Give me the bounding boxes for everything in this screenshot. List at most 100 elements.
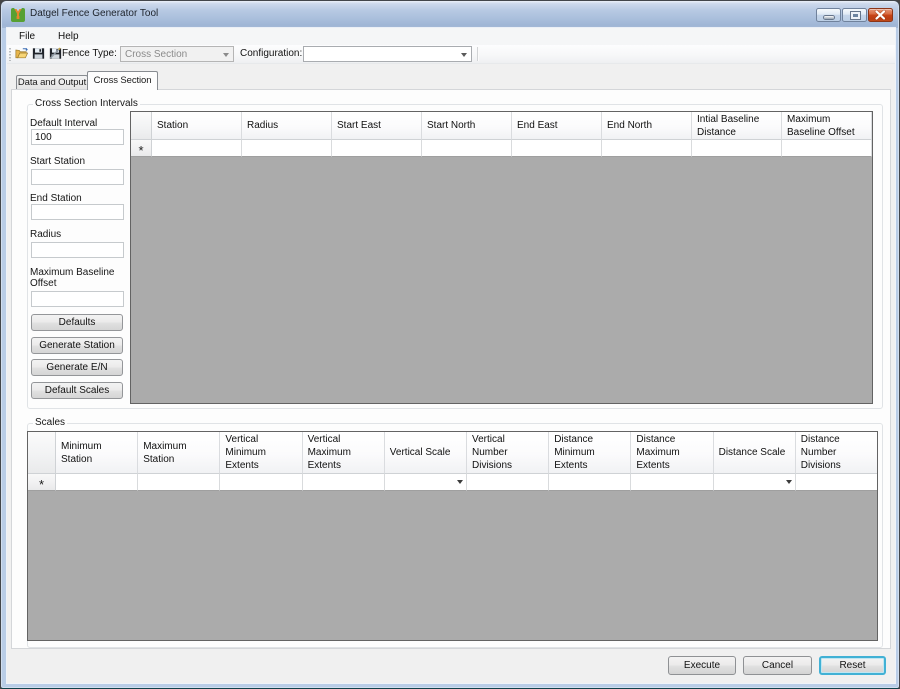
field-input-start-station[interactable] xyxy=(31,169,124,185)
column-header-maximum-station[interactable]: Maximum Station xyxy=(138,432,220,474)
column-header-label: Distance Minimum Extents xyxy=(554,433,623,472)
scales-grid: Minimum StationMaximum StationVertical M… xyxy=(27,431,878,641)
toolbar-separator xyxy=(477,47,478,61)
new-row-marker: * xyxy=(39,477,44,491)
cell-dropdown-icon[interactable] xyxy=(457,480,463,484)
new-row-cell-end-north[interactable] xyxy=(602,140,692,157)
close-icon xyxy=(869,9,892,21)
minimize-icon xyxy=(824,16,834,19)
fence-type-dropdown-icon xyxy=(223,53,229,57)
minimize-button[interactable] xyxy=(816,8,841,22)
restore-button[interactable] xyxy=(842,8,867,22)
column-header-label: Vertical Maximum Extents xyxy=(308,433,377,472)
new-row-cell-end-east[interactable] xyxy=(512,140,602,157)
field-label-end-station: End Station xyxy=(30,193,130,204)
new-row-cell-intial-baseline-distance[interactable] xyxy=(692,140,782,157)
configuration-combobox[interactable] xyxy=(303,46,472,62)
column-header-intial-baseline-distance[interactable]: Intial Baseline Distance xyxy=(692,112,782,140)
new-row-cell-maximum-station[interactable] xyxy=(138,474,220,491)
field-input-radius[interactable] xyxy=(31,242,124,258)
new-row-cell-radius[interactable] xyxy=(242,140,332,157)
column-header-minimum-station[interactable]: Minimum Station xyxy=(56,432,138,474)
execute-button[interactable]: Execute xyxy=(668,656,736,675)
column-header-distance-scale[interactable]: Distance Scale xyxy=(714,432,796,474)
new-row-cell-start-east[interactable] xyxy=(332,140,422,157)
column-header-vertical-number-divisions[interactable]: Vertical Number Divisions xyxy=(467,432,549,474)
new-row-cell-distance-maximum-extents[interactable] xyxy=(631,474,713,491)
column-header-vertical-scale[interactable]: Vertical Scale xyxy=(385,432,467,474)
save-as-button[interactable] xyxy=(49,47,62,60)
fence-type-label: Fence Type: xyxy=(62,45,117,64)
field-label-start-station: Start Station xyxy=(30,156,130,167)
menu-help[interactable]: Help xyxy=(52,28,85,45)
column-header-label: Vertical Minimum Extents xyxy=(225,433,294,472)
column-header-label: Start North xyxy=(427,119,475,132)
generate-e-n-button[interactable]: Generate E/N xyxy=(31,359,123,376)
grid-corner-cell[interactable] xyxy=(131,112,152,140)
save-button[interactable] xyxy=(32,47,45,60)
app-window: Datgel Fence Generator Tool File Help xyxy=(0,0,900,689)
column-header-end-north[interactable]: End North xyxy=(602,112,692,140)
configuration-dropdown-icon xyxy=(461,53,467,57)
grid-corner-cell[interactable] xyxy=(28,432,56,474)
column-header-distance-number-divisions[interactable]: Distance Number Divisions xyxy=(796,432,878,474)
new-row-cell-vertical-scale[interactable] xyxy=(385,474,467,491)
cell-dropdown-icon[interactable] xyxy=(786,480,792,484)
close-button[interactable] xyxy=(868,8,893,22)
open-file-button[interactable] xyxy=(15,47,28,60)
new-row-cell-maximum-baseline-offset[interactable] xyxy=(782,140,872,157)
cross-section-tabpage: Cross Section Intervals Default Interval… xyxy=(11,89,891,649)
column-header-station[interactable]: Station xyxy=(152,112,242,140)
new-row-cell-station[interactable] xyxy=(152,140,242,157)
column-header-label: Distance Number Divisions xyxy=(801,433,870,472)
configuration-label: Configuration: xyxy=(240,45,302,64)
menu-file[interactable]: File xyxy=(13,28,41,45)
column-header-start-north[interactable]: Start North xyxy=(422,112,512,140)
toolbar: Fence Type: Cross Section Configuration: xyxy=(7,45,895,64)
field-input-default-interval[interactable] xyxy=(31,129,124,145)
tab-data-and-output[interactable]: Data and Output xyxy=(16,75,88,89)
reset-button[interactable]: Reset xyxy=(819,656,886,675)
new-row-cell-start-north[interactable] xyxy=(422,140,512,157)
tab-cross-section[interactable]: Cross Section xyxy=(87,71,158,90)
titlebar[interactable]: Datgel Fence Generator Tool xyxy=(2,1,898,28)
new-row-header[interactable]: * xyxy=(28,474,56,491)
restore-icon xyxy=(851,12,860,19)
new-row-cell-vertical-number-divisions[interactable] xyxy=(467,474,549,491)
column-header-label: Distance Scale xyxy=(719,446,786,459)
column-header-label: End North xyxy=(607,119,652,132)
fence-type-combobox[interactable]: Cross Section xyxy=(120,46,234,62)
column-header-start-east[interactable]: Start East xyxy=(332,112,422,140)
new-row-cell-minimum-station[interactable] xyxy=(56,474,138,491)
column-header-vertical-maximum-extents[interactable]: Vertical Maximum Extents xyxy=(303,432,385,474)
new-row-header[interactable]: * xyxy=(131,140,152,157)
column-header-label: Minimum Station xyxy=(61,440,130,466)
column-header-label: End East xyxy=(517,119,558,132)
toolbar-grip xyxy=(9,48,11,61)
default-scales-button[interactable]: Default Scales xyxy=(31,382,123,399)
column-header-radius[interactable]: Radius xyxy=(242,112,332,140)
field-label-maximum-baseline-offset: Maximum Baseline Offset xyxy=(30,267,130,289)
field-input-maximum-baseline-offset[interactable] xyxy=(31,291,124,307)
cross-section-intervals-group-title: Cross Section Intervals xyxy=(33,98,140,109)
column-header-label: Distance Maximum Extents xyxy=(636,433,705,472)
column-header-vertical-minimum-extents[interactable]: Vertical Minimum Extents xyxy=(220,432,302,474)
column-header-distance-minimum-extents[interactable]: Distance Minimum Extents xyxy=(549,432,631,474)
column-header-maximum-baseline-offset[interactable]: Maximum Baseline Offset xyxy=(782,112,872,140)
new-row-cell-distance-scale[interactable] xyxy=(714,474,796,491)
menu-bar: File Help xyxy=(7,28,895,45)
new-row-cell-vertical-maximum-extents[interactable] xyxy=(303,474,385,491)
generate-station-button[interactable]: Generate Station xyxy=(31,337,123,354)
new-row-cell-distance-number-divisions[interactable] xyxy=(796,474,878,491)
cancel-button[interactable]: Cancel xyxy=(743,656,812,675)
column-header-label: Maximum Baseline Offset xyxy=(787,113,865,139)
new-row-cell-vertical-minimum-extents[interactable] xyxy=(220,474,302,491)
window-title: Datgel Fence Generator Tool xyxy=(30,8,158,19)
new-row-marker: * xyxy=(138,143,143,157)
field-input-end-station[interactable] xyxy=(31,204,124,220)
new-row-cell-distance-minimum-extents[interactable] xyxy=(549,474,631,491)
column-header-distance-maximum-extents[interactable]: Distance Maximum Extents xyxy=(631,432,713,474)
defaults-button[interactable]: Defaults xyxy=(31,314,123,331)
column-header-end-east[interactable]: End East xyxy=(512,112,602,140)
column-header-label: Vertical Number Divisions xyxy=(472,433,541,472)
